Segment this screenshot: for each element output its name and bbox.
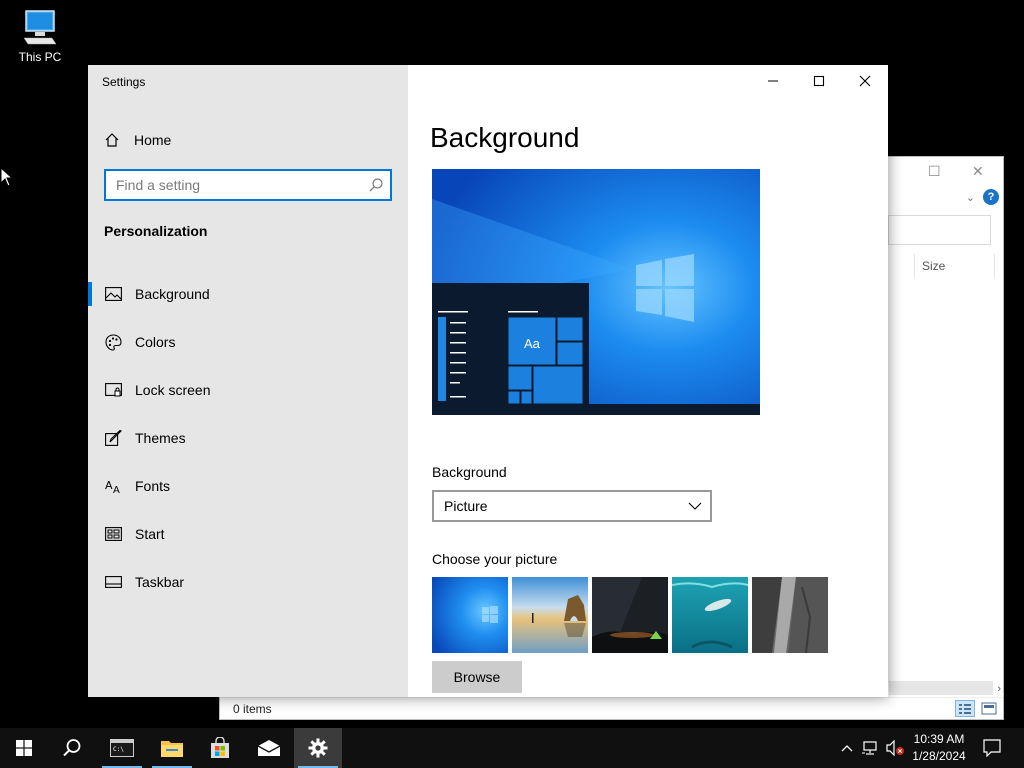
- taskbar-icon: [104, 573, 122, 591]
- choose-picture-label: Choose your picture: [432, 551, 558, 567]
- nav-item-label: Background: [135, 286, 210, 302]
- nav-item-lock-screen[interactable]: Lock screen: [88, 366, 408, 414]
- desktop-icon-label: This PC: [18, 50, 62, 64]
- network-tray-button[interactable]: [860, 728, 882, 768]
- column-divider[interactable]: [994, 254, 995, 278]
- system-clock[interactable]: 10:39 AM 1/28/2024: [906, 731, 972, 765]
- clock-time: 10:39 AM: [913, 732, 965, 746]
- nav-item-label: Taskbar: [135, 574, 185, 590]
- nav-item-taskbar[interactable]: Taskbar: [88, 558, 408, 606]
- home-link[interactable]: Home: [104, 130, 171, 150]
- picture-thumbnail-cliff[interactable]: [752, 577, 828, 653]
- taskbar-mail[interactable]: [245, 728, 293, 768]
- background-dropdown[interactable]: Picture: [432, 490, 712, 522]
- desktop-preview: Aa: [432, 169, 760, 415]
- item-count: 0 items: [233, 702, 272, 716]
- picture-icon: [104, 285, 122, 303]
- settings-content: Background Aa Background Picture Choose …: [408, 65, 888, 697]
- section-heading: Personalization: [104, 223, 208, 239]
- close-icon[interactable]: ✕: [972, 163, 984, 180]
- explorer-status-bar: 0 items: [220, 697, 1003, 719]
- home-icon: [105, 133, 119, 147]
- nav-item-label: Lock screen: [135, 382, 211, 398]
- terminal-icon: C:\: [110, 739, 134, 757]
- search-input[interactable]: [106, 171, 346, 199]
- taskbar-file-explorer[interactable]: [148, 728, 196, 768]
- column-header-size[interactable]: Size: [922, 259, 945, 273]
- svg-text:C:\: C:\: [113, 746, 124, 753]
- nav-item-fonts[interactable]: AA Fonts: [88, 462, 408, 510]
- horizontal-scrollbar[interactable]: [889, 681, 993, 695]
- start-button[interactable]: [0, 728, 48, 768]
- palette-icon: [104, 333, 122, 351]
- settings-search-box[interactable]: [104, 169, 392, 201]
- help-icon[interactable]: ?: [983, 189, 999, 205]
- computer-icon: [23, 10, 57, 45]
- volume-tray-button[interactable]: [884, 728, 906, 768]
- store-icon: [211, 737, 229, 758]
- dropdown-value: Picture: [444, 498, 488, 514]
- background-label: Background: [432, 464, 507, 480]
- action-center-button[interactable]: [978, 728, 1006, 768]
- large-icons-view-icon[interactable]: [981, 701, 997, 716]
- taskbar-terminal[interactable]: C:\: [98, 728, 146, 768]
- taskbar-search-button[interactable]: [48, 728, 96, 768]
- page-title: Background: [430, 122, 580, 153]
- settings-gear-icon: [308, 738, 328, 758]
- nav-item-label: Colors: [135, 334, 176, 350]
- lock-screen-icon: [104, 381, 122, 399]
- chevron-down-icon: [688, 502, 702, 510]
- taskbar-store[interactable]: [196, 728, 244, 768]
- svg-text:A: A: [113, 485, 120, 494]
- nav-item-label: Start: [135, 526, 165, 542]
- font-icon: AA: [104, 477, 122, 495]
- nav-item-label: Fonts: [135, 478, 171, 494]
- settings-sidebar: Settings Home Personalization Background…: [88, 65, 408, 697]
- picture-thumbnail-night-sky[interactable]: [592, 577, 668, 653]
- home-label: Home: [134, 132, 172, 148]
- maximize-icon[interactable]: ☐: [928, 163, 941, 180]
- network-icon: [862, 741, 877, 755]
- browse-button[interactable]: Browse: [432, 661, 522, 693]
- scroll-right-icon[interactable]: ›: [997, 683, 1001, 695]
- brush-icon: [104, 429, 122, 447]
- details-view-icon[interactable]: [955, 700, 975, 717]
- wallpaper-preview-image: Aa: [432, 169, 760, 415]
- picture-thumbnail-windows[interactable]: [432, 577, 508, 653]
- file-explorer-icon: [161, 741, 183, 757]
- clock-date: 1/28/2024: [912, 749, 966, 763]
- taskbar: C:\ 10:39 AM 1/28/2024: [0, 728, 1024, 768]
- mail-icon: [257, 740, 281, 756]
- picture-thumbnails: [432, 577, 828, 653]
- window-title: Settings: [102, 75, 146, 89]
- settings-window[interactable]: Settings Home Personalization Background…: [88, 65, 888, 697]
- explorer-caption-buttons: ☐ ✕: [888, 157, 1003, 187]
- picture-thumbnail-beach[interactable]: [512, 577, 588, 653]
- windows-logo-icon: [16, 740, 32, 756]
- svg-text:A: A: [105, 479, 113, 492]
- nav-item-start[interactable]: Start: [88, 510, 408, 558]
- notification-icon: [983, 739, 1001, 757]
- nav-item-themes[interactable]: Themes: [88, 414, 408, 462]
- nav-item-label: Themes: [135, 430, 186, 446]
- column-divider[interactable]: [914, 254, 915, 278]
- volume-muted-icon: [886, 740, 904, 756]
- show-hidden-icons-button[interactable]: [838, 728, 856, 768]
- mouse-cursor-icon: [0, 167, 12, 187]
- nav-item-background[interactable]: Background: [88, 270, 408, 318]
- preview-tile-text: Aa: [524, 336, 541, 351]
- taskbar-settings[interactable]: [294, 728, 342, 768]
- start-icon: [104, 525, 122, 543]
- nav-item-colors[interactable]: Colors: [88, 318, 408, 366]
- chevron-up-icon: [841, 745, 853, 752]
- search-icon[interactable]: [368, 177, 384, 193]
- search-icon: [63, 739, 81, 757]
- picture-thumbnail-underwater[interactable]: [672, 577, 748, 653]
- ribbon-expand-icon[interactable]: ⌄: [966, 191, 975, 204]
- desktop-icon-this-pc[interactable]: This PC: [12, 8, 68, 64]
- explorer-search-input[interactable]: [888, 215, 991, 245]
- personalization-nav: Background Colors Lock screen Themes AA …: [88, 270, 408, 606]
